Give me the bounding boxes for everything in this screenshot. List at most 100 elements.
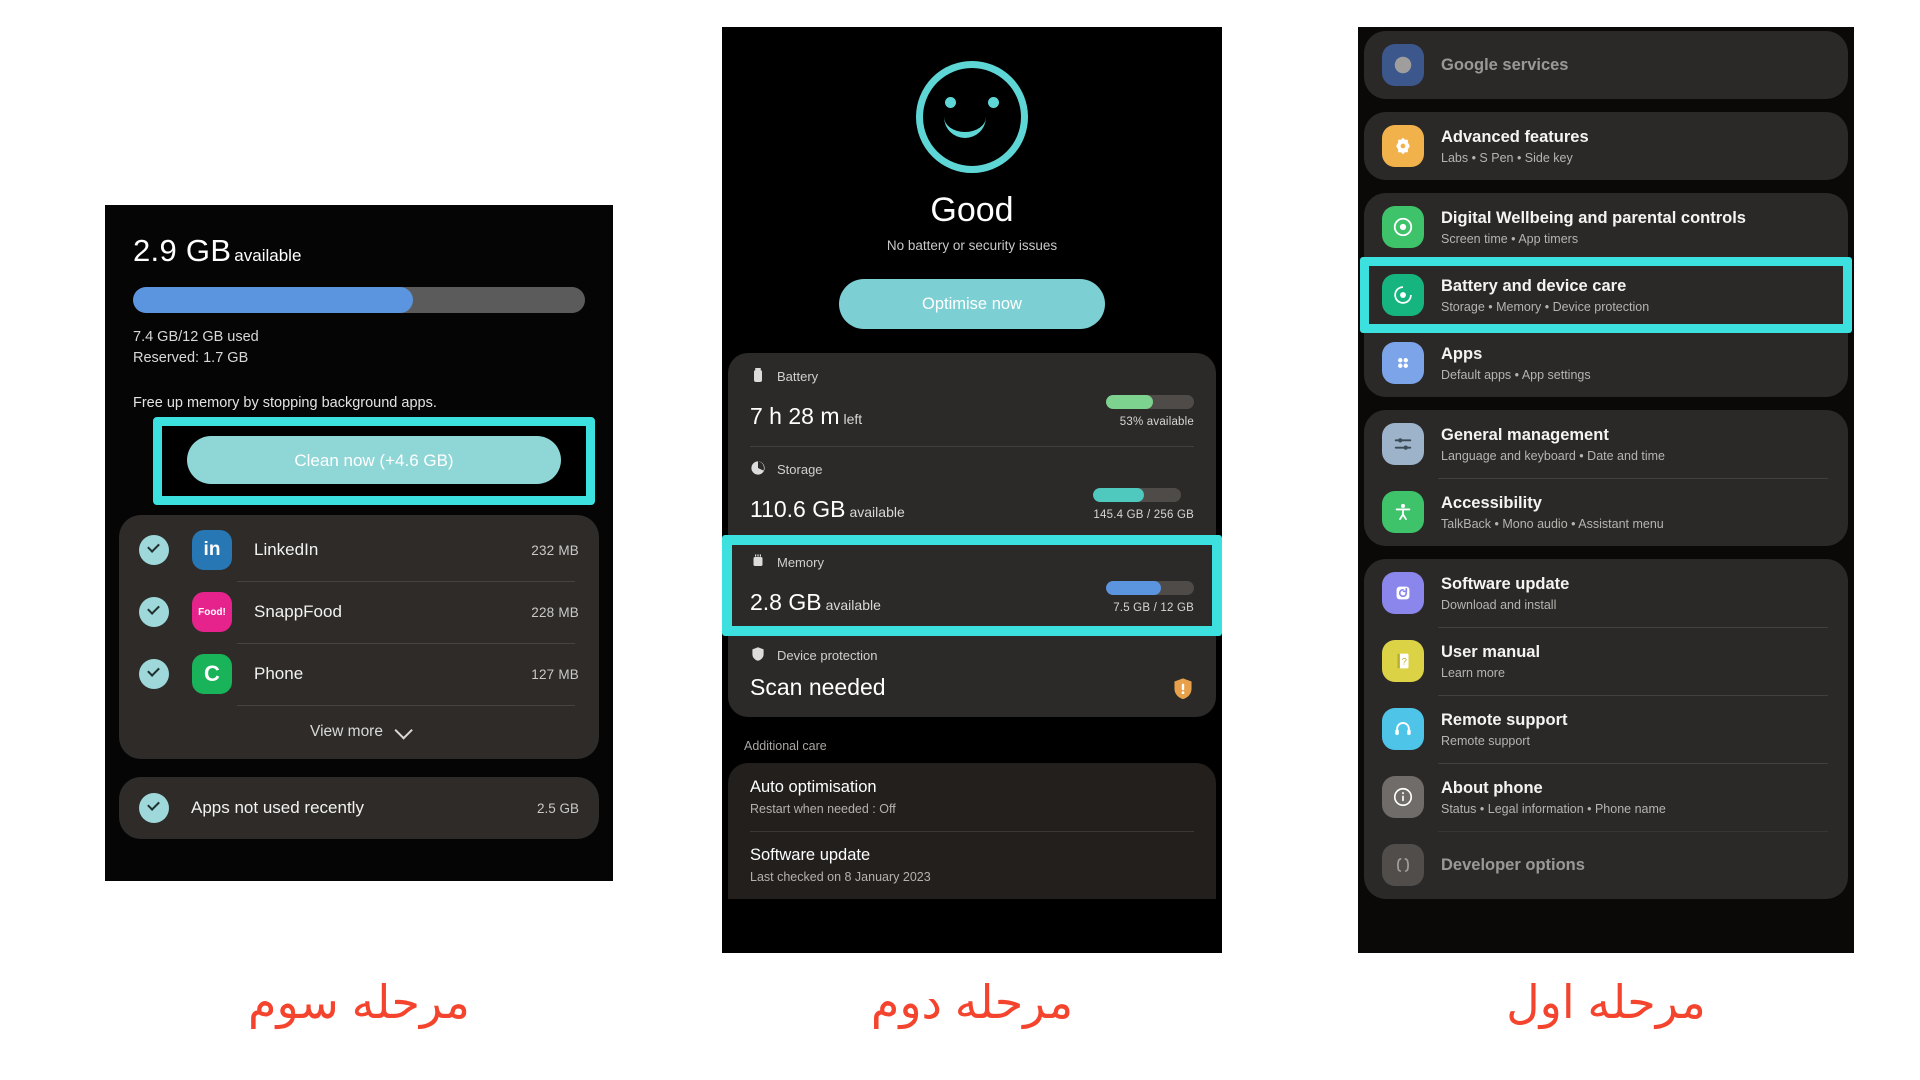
settings-item-subtitle: Status • Legal information • Phone name xyxy=(1441,801,1666,816)
memory-reserved-line: Reserved: 1.7 GB xyxy=(133,350,249,367)
settings-item-advanced-features[interactable]: Advanced features Labs • S Pen • Side key xyxy=(1364,112,1848,180)
additional-care-item[interactable]: Auto optimisation Restart when needed : O… xyxy=(728,763,1216,831)
meter-caption: 53% available xyxy=(1119,416,1194,428)
care-value-unit: left xyxy=(843,411,863,427)
user-manual-icon: ? xyxy=(1382,640,1424,682)
caption-step-two: مرحله دوم xyxy=(870,976,1074,1028)
settings-item-text: General management Language and keyboard … xyxy=(1441,426,1665,463)
care-row-memory[interactable]: Memory 2.8 GB available 7.5 GB / 12 GB xyxy=(728,539,1216,632)
settings-item-title: Remote support xyxy=(1441,710,1568,729)
care-main: Scan needed xyxy=(750,674,1194,701)
checkbox-icon[interactable] xyxy=(139,793,169,824)
settings-item-digital-wellbeing-and-parental-controls[interactable]: Digital Wellbeing and parental controls S… xyxy=(1364,193,1848,261)
settings-item-title: About phone xyxy=(1441,778,1543,797)
info-icon xyxy=(1382,776,1424,818)
app-row[interactable]: Food! SnappFood 228 MB xyxy=(119,581,599,643)
settings-item-subtitle: Default apps • App settings xyxy=(1441,367,1591,382)
optimise-now-button[interactable]: Optimise now xyxy=(839,279,1105,329)
care-label-text: Memory xyxy=(777,555,824,570)
care-value: 2.8 GB available xyxy=(750,589,881,616)
settings-item-software-update[interactable]: Software update Download and install xyxy=(1364,559,1848,627)
settings-item-text: Digital Wellbeing and parental controls S… xyxy=(1441,209,1746,246)
settings-item-google-services[interactable]: Google services xyxy=(1364,31,1848,99)
care-value: 110.6 GB available xyxy=(750,496,905,523)
settings-group: Google services xyxy=(1364,31,1848,99)
phone-icon: C xyxy=(192,654,232,695)
settings-item-subtitle: Screen time • App timers xyxy=(1441,231,1579,246)
chevron-down-icon xyxy=(394,720,413,740)
settings-item-subtitle: Storage • Memory • Device protection xyxy=(1441,299,1650,314)
caption-step-one: مرحله اول xyxy=(1506,976,1706,1028)
settings-item-subtitle: Labs • S Pen • Side key xyxy=(1441,150,1573,165)
settings-item-about-phone[interactable]: About phone Status • Legal information • … xyxy=(1364,763,1848,831)
care-value: Scan needed xyxy=(750,674,886,701)
settings-item-title: Digital Wellbeing and parental controls xyxy=(1441,208,1746,227)
settings-item-accessibility[interactable]: Accessibility TalkBack • Mono audio • Ass… xyxy=(1364,478,1848,546)
additional-care-title: Auto optimisation xyxy=(750,778,877,796)
settings-item-user-manual[interactable]: ? User manual Learn more xyxy=(1364,627,1848,695)
settings-item-title: Apps xyxy=(1441,344,1483,363)
app-size: 127 MB xyxy=(531,666,579,682)
care-main: 110.6 GB available 145.4 GB / 256 GB xyxy=(750,488,1194,523)
app-name: Phone xyxy=(254,664,304,684)
additional-care-title: Software update xyxy=(750,846,871,864)
memory-hint: Free up memory by stopping background ap… xyxy=(133,395,437,412)
device-status-title: Good xyxy=(930,191,1014,229)
settings-item-battery-and-device-care[interactable]: Battery and device care Storage • Memory … xyxy=(1364,261,1848,329)
care-value-text: 7 h 28 m xyxy=(750,403,840,429)
settings-item-subtitle: TalkBack • Mono audio • Assistant menu xyxy=(1441,516,1664,531)
settings-item-remote-support[interactable]: Remote support Remote support xyxy=(1364,695,1848,763)
settings-item-subtitle: Remote support xyxy=(1441,733,1530,748)
usage-meter xyxy=(1093,488,1182,502)
care-cards-wrapper: Battery 7 h 28 m left 53% available Storage 1… xyxy=(722,353,1222,717)
apps-grid-icon xyxy=(1382,342,1424,384)
view-more-button[interactable]: View more xyxy=(119,705,599,759)
settings-item-subtitle: Download and install xyxy=(1441,597,1557,612)
care-value-text: Scan needed xyxy=(750,674,886,700)
smiley-eye-left xyxy=(945,97,956,108)
memory-available-label: available xyxy=(234,246,302,265)
clean-now-button[interactable]: Clean now (+4.6 GB) xyxy=(187,436,561,485)
background-app-list: in LinkedIn 232 MB Food! SnappFood 228 MB C Pho… xyxy=(119,515,599,760)
care-cards: Battery 7 h 28 m left 53% available Storage 1… xyxy=(728,353,1216,717)
care-main: 2.8 GB available 7.5 GB / 12 GB xyxy=(750,581,1194,616)
settings-item-apps[interactable]: Apps Default apps • App settings xyxy=(1364,329,1848,397)
apps-not-used-recently-label: Apps not used recently xyxy=(191,798,364,818)
screenshot-canvas: 2.9 GB available 7.4 GB/12 GB used Reserv… xyxy=(0,0,1920,1080)
settings-item-text: About phone Status • Legal information • … xyxy=(1441,779,1666,816)
smiley-mouth xyxy=(944,110,986,138)
care-label: Memory xyxy=(750,553,1194,572)
app-size: 228 MB xyxy=(531,604,579,620)
care-label: Device protection xyxy=(750,646,1194,665)
additional-care-item[interactable]: Software update Last checked on 8 January… xyxy=(728,831,1216,899)
settings-item-developer-options[interactable]: Developer options xyxy=(1364,831,1848,899)
care-label-text: Storage xyxy=(777,462,823,477)
meter-wrap: 53% available xyxy=(1106,395,1194,430)
app-row[interactable]: in LinkedIn 232 MB xyxy=(119,519,599,581)
checkbox-icon[interactable] xyxy=(139,535,169,566)
settings-screen: Google services Advanced features Labs • S… xyxy=(1358,27,1854,953)
meter-wrap: 7.5 GB / 12 GB xyxy=(1106,581,1194,616)
settings-item-subtitle: Learn more xyxy=(1441,665,1505,680)
settings-item-title: General management xyxy=(1441,425,1609,444)
settings-group: Advanced features Labs • S Pen • Side key xyxy=(1364,112,1848,180)
battery-device-care-icon xyxy=(1382,274,1424,316)
memory-usage-bar xyxy=(133,287,585,313)
storage-pie-icon xyxy=(750,460,766,479)
care-row-battery[interactable]: Battery 7 h 28 m left 53% available xyxy=(728,353,1216,446)
headset-icon xyxy=(1382,708,1424,750)
google-icon xyxy=(1382,44,1424,86)
settings-group: Software update Download and install? User… xyxy=(1364,559,1848,899)
settings-item-title: Google services xyxy=(1441,55,1569,74)
settings-group: General management Language and keyboard … xyxy=(1364,410,1848,546)
linkedin-icon: in xyxy=(192,530,232,571)
apps-not-used-recently-row[interactable]: Apps not used recently 2.5 GB xyxy=(119,777,599,840)
app-row[interactable]: C Phone 127 MB xyxy=(119,643,599,705)
checkbox-icon[interactable] xyxy=(139,597,169,628)
memory-summary: 2.9 GB available 7.4 GB/12 GB used Reserv… xyxy=(105,205,613,411)
checkbox-icon[interactable] xyxy=(139,659,169,690)
settings-item-general-management[interactable]: General management Language and keyboard … xyxy=(1364,410,1848,478)
care-row-storage[interactable]: Storage 110.6 GB available 145.4 GB / 256 G… xyxy=(728,446,1216,539)
care-label: Battery xyxy=(750,367,1194,386)
care-row-device-protection[interactable]: Device protection Scan needed xyxy=(728,632,1216,717)
